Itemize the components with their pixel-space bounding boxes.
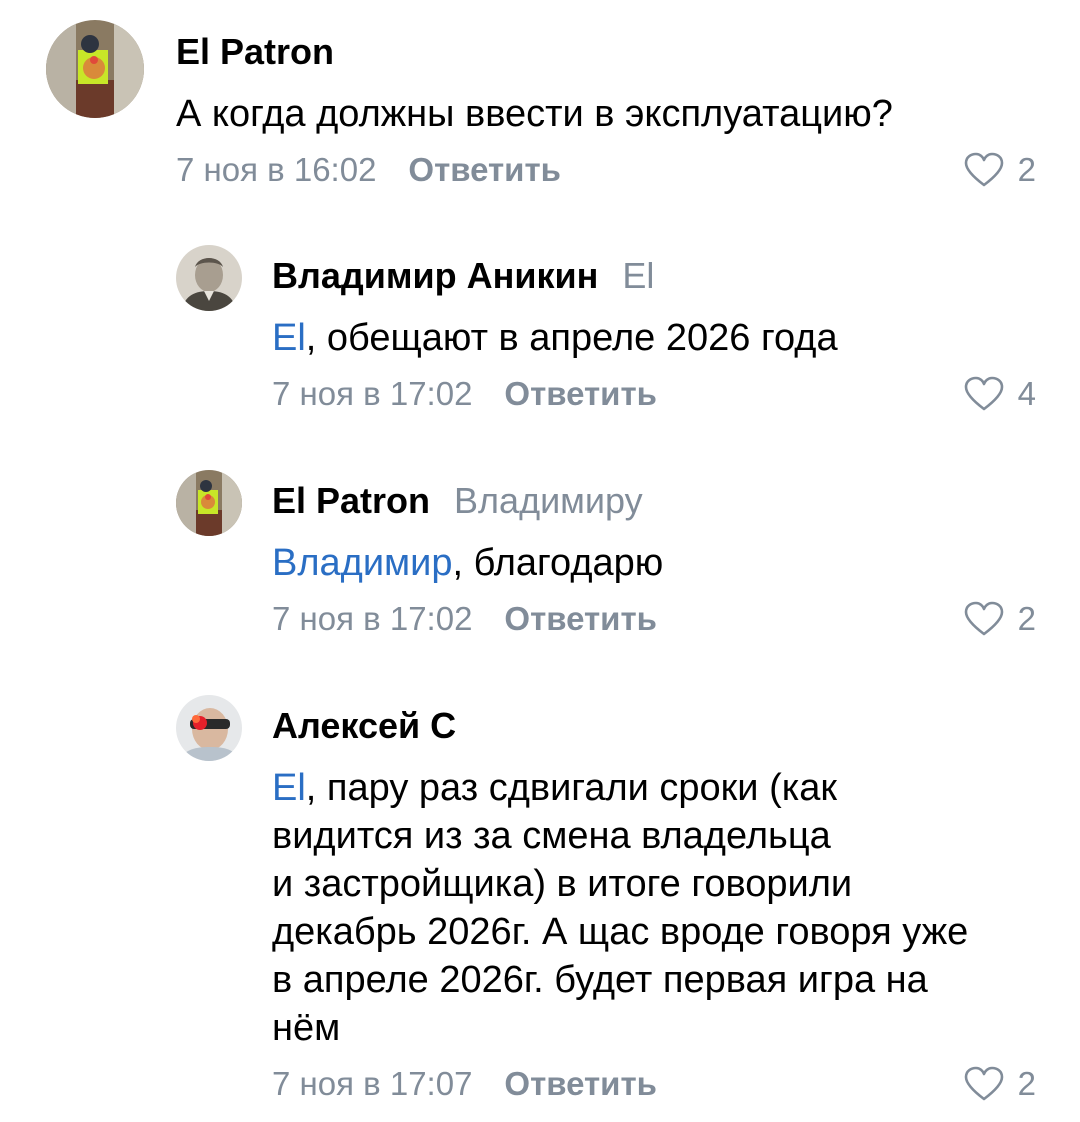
like-count: 2 xyxy=(1017,600,1036,637)
comment-line: нём xyxy=(272,1007,341,1049)
author-line: El Patron xyxy=(176,30,334,74)
author-name[interactable]: Владимир Аникин xyxy=(272,255,598,296)
author-name[interactable]: El Patron xyxy=(176,31,334,72)
mention-link[interactable]: Владимир xyxy=(272,542,453,584)
comment-time[interactable]: 7 ноя в 17:02 xyxy=(272,375,472,412)
comment-body: , обещают в апреле 2026 года xyxy=(305,317,838,359)
like-button[interactable]: 2 xyxy=(964,150,1036,190)
mention-link[interactable]: El xyxy=(272,767,306,809)
reply-to-link[interactable]: Владимиру xyxy=(454,480,643,521)
comment-line: видится из за смена владельца xyxy=(272,815,831,857)
comment-time[interactable]: 7 ноя в 17:02 xyxy=(272,600,472,637)
avatar-el-patron[interactable] xyxy=(176,470,242,536)
comment-2: Владимир Аникин El El, обещают в апреле 2… xyxy=(0,230,1080,430)
author-line: Алексей С xyxy=(272,704,456,748)
comment-text: El, обещают в апреле 2026 года xyxy=(272,314,1032,362)
meta-line: 7 ноя в 16:02 Ответить xyxy=(176,150,561,190)
comment-3: El Patron Владимиру Владимир, благодарю 7… xyxy=(0,455,1080,655)
meta-line: 7 ноя в 17:02 Ответить xyxy=(272,599,657,639)
meta-line: 7 ноя в 17:02 Ответить xyxy=(272,374,657,414)
avatar-vladimir-anikin[interactable] xyxy=(176,245,242,311)
comment-line: в апреле 2026г. будет первая игра на xyxy=(272,959,928,1001)
reply-button[interactable]: Ответить xyxy=(504,375,657,412)
like-button[interactable]: 4 xyxy=(964,374,1036,414)
author-name[interactable]: El Patron xyxy=(272,480,430,521)
heart-outline-icon xyxy=(964,601,1003,636)
mention-link[interactable]: El xyxy=(272,317,306,359)
author-line: El Patron Владимиру xyxy=(272,479,643,523)
comment-text: А когда должны ввести в эксплуатацию? xyxy=(176,90,1036,138)
like-count: 4 xyxy=(1017,375,1036,412)
comment-1: El Patron А когда должны ввести в эксплу… xyxy=(0,0,1080,200)
like-button[interactable]: 2 xyxy=(964,1064,1036,1104)
comment-body: А когда должны ввести в эксплуатацию? xyxy=(176,93,893,135)
heart-outline-icon xyxy=(964,152,1003,187)
comment-time[interactable]: 7 ноя в 17:07 xyxy=(272,1065,472,1102)
meta-line: 7 ноя в 17:07 Ответить xyxy=(272,1064,657,1104)
comment-body: , благодарю xyxy=(452,542,664,584)
like-button[interactable]: 2 xyxy=(964,599,1036,639)
comment-body: , пару раз сдвигали сроки (как xyxy=(305,767,837,809)
reply-to-link[interactable]: El xyxy=(622,255,654,296)
comment-line: El, пару раз сдвигали сроки (как xyxy=(272,764,1062,812)
reply-button[interactable]: Ответить xyxy=(504,600,657,637)
author-name[interactable]: Алексей С xyxy=(272,705,456,746)
comment-text: El, пару раз сдвигали сроки (как видится… xyxy=(272,764,1062,1052)
comment-4: Алексей С El, пару раз сдвигали сроки (к… xyxy=(0,680,1080,1110)
like-count: 2 xyxy=(1017,151,1036,188)
comment-time[interactable]: 7 ноя в 16:02 xyxy=(176,151,376,188)
comment-text: Владимир, благодарю xyxy=(272,539,1032,587)
reply-button[interactable]: Ответить xyxy=(504,1065,657,1102)
avatar-aleksey-s[interactable] xyxy=(176,695,242,761)
comment-line: декабрь 2026г. А щас вроде говоря уже xyxy=(272,911,969,953)
reply-button[interactable]: Ответить xyxy=(408,151,561,188)
heart-outline-icon xyxy=(964,1066,1003,1101)
author-line: Владимир Аникин El xyxy=(272,254,654,298)
like-count: 2 xyxy=(1017,1065,1036,1102)
comment-line: и застройщика) в итоге говорили xyxy=(272,863,853,905)
avatar-el-patron[interactable] xyxy=(46,20,144,118)
heart-outline-icon xyxy=(964,376,1003,411)
